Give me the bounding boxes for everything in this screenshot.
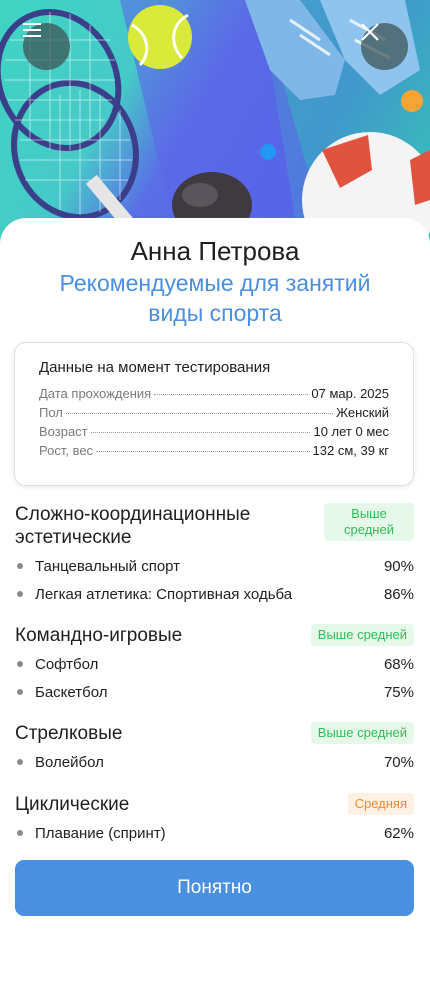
info-value: 132 см, 39 кг	[312, 443, 389, 458]
level-badge: Средняя	[347, 793, 414, 815]
hero-illustration	[0, 0, 430, 250]
confirm-button[interactable]: Понятно	[15, 860, 414, 916]
info-value: 10 лет 0 мес	[313, 424, 389, 439]
info-label: Пол	[39, 405, 63, 420]
close-button[interactable]	[361, 23, 408, 70]
sport-item: Танцевальный спорт 90%	[15, 552, 414, 580]
sport-group: Стрелковые Выше средней Волейбол 70%	[15, 722, 414, 776]
sport-item: Софтбол 68%	[15, 650, 414, 678]
test-info-title: Данные на момент тестирования	[39, 359, 271, 376]
info-row-age: Возраст 10 лет 0 мес	[39, 424, 389, 443]
sport-name: Танцевальный спорт	[35, 557, 181, 575]
bullet-icon	[17, 830, 23, 836]
sport-item: Легкая атлетика: Спортивная ходьба 86%	[15, 580, 414, 608]
group-title: Командно-игровые	[15, 625, 183, 646]
sport-item: Волейбол 70%	[15, 748, 414, 776]
dotted-leader	[65, 413, 334, 414]
info-value: Женский	[336, 405, 389, 420]
sport-group: Циклические Средняя Плавание (спринт) 62…	[15, 793, 414, 847]
bullet-icon	[17, 689, 23, 695]
menu-icon	[23, 23, 41, 37]
sport-item: Баскетбол 75%	[15, 678, 414, 706]
sport-percent: 62%	[383, 824, 414, 842]
sport-group: Командно-игровые Выше средней Софтбол 68…	[15, 624, 414, 706]
bullet-icon	[17, 591, 23, 597]
level-badge: Выше средней	[310, 722, 414, 744]
info-row-height-weight: Рост, вес 132 см, 39 кг	[39, 443, 389, 462]
sport-name: Баскетбол	[35, 683, 108, 701]
sport-percent: 68%	[383, 655, 414, 673]
group-title: Стрелковые	[15, 723, 123, 744]
bullet-icon	[17, 759, 23, 765]
profile-name: Анна Петрова	[130, 236, 300, 266]
sport-name: Плавание (спринт)	[35, 824, 166, 842]
info-row-gender: Пол Женский	[39, 405, 389, 424]
info-value: 07 мар. 2025	[311, 386, 389, 401]
sport-name: Волейбол	[35, 753, 104, 771]
level-badge: Выше средней	[324, 503, 414, 541]
sport-percent: 86%	[383, 585, 414, 603]
sport-percent: 70%	[383, 753, 414, 771]
sport-group: Сложно-координационные эстетические Выше…	[15, 503, 414, 608]
sport-name: Легкая атлетика: Спортивная ходьба	[35, 585, 293, 603]
bullet-icon	[17, 563, 23, 569]
sport-item: Плавание (спринт) 62%	[15, 819, 414, 847]
level-badge: Выше средней	[310, 624, 414, 646]
sport-percent: 90%	[383, 557, 414, 575]
sport-percent: 75%	[383, 683, 414, 701]
dotted-leader	[90, 432, 311, 433]
dotted-leader	[154, 394, 309, 395]
bullet-icon	[17, 661, 23, 667]
info-label: Дата прохождения	[39, 386, 152, 401]
info-label: Возраст	[39, 424, 88, 439]
close-icon	[361, 23, 379, 41]
group-title: Сложно-координационные эстетические	[15, 504, 251, 548]
info-row-date: Дата прохождения 07 мар. 2025	[39, 386, 389, 405]
sport-name: Софтбол	[35, 655, 99, 673]
group-title: Циклические	[15, 794, 130, 815]
dotted-leader	[96, 451, 310, 452]
info-label: Рост, вес	[39, 443, 94, 458]
page-subtitle: Рекомендуемые для занятий виды спорта	[59, 270, 371, 326]
test-info-card: Данные на момент тестирования Дата прохо…	[14, 342, 414, 486]
menu-button[interactable]	[23, 23, 70, 70]
